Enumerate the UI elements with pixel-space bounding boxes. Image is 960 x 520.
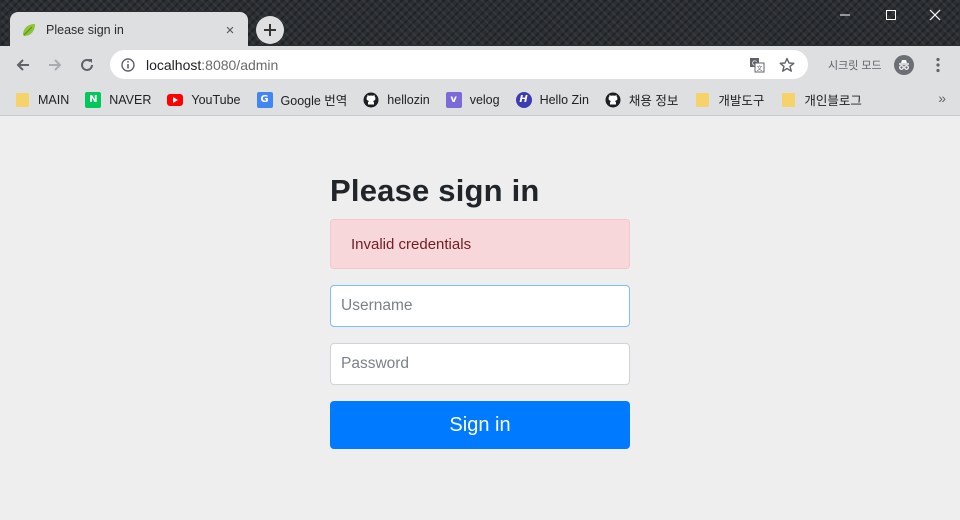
sign-in-button[interactable]: Sign in [330,401,630,449]
bookmarks-overflow-button[interactable]: » [938,90,946,106]
bookmark-label: 채용 정보 [628,94,679,108]
naver-icon: N [85,91,102,108]
arrow-left-icon [16,59,29,71]
minimize-icon [840,14,850,16]
github-icon [605,92,621,108]
arrow-right-icon [49,59,62,71]
back-button[interactable] [10,52,36,78]
username-input[interactable] [330,285,630,327]
bookmark-label: NAVER [109,92,152,107]
bookmark-velog[interactable]: v velog [445,91,500,108]
maximize-button[interactable] [868,0,914,30]
bookmark-jobs[interactable]: 채용 정보 [605,90,678,109]
url-text[interactable]: localhost:8080/admin [146,57,738,73]
url-path: :8080/admin [201,56,279,73]
bookmark-label: MAIN [38,92,70,107]
more-vertical-icon [936,57,940,73]
password-input[interactable] [330,343,630,385]
bookmark-dev-tools[interactable]: 개발도구 [694,90,764,109]
url-host: localhost [146,56,202,73]
spring-leaf-icon [20,21,38,39]
minimize-button[interactable] [822,0,868,30]
signin-form: Please sign in Invalid credentials Sign … [330,173,630,449]
hashnode-icon: H [515,91,532,108]
bookmark-personal-blog[interactable]: 개인블로그 [780,90,862,109]
folder-icon [14,92,30,108]
svg-text:文: 文 [757,64,763,72]
github-icon [363,92,379,108]
close-icon [929,9,941,21]
bookmark-hello-zin[interactable]: H Hello Zin [515,91,589,108]
forward-button[interactable] [42,52,68,78]
bookmark-naver[interactable]: N NAVER [85,91,152,108]
bookmark-label: YouTube [191,92,241,107]
maximize-icon [886,10,896,20]
bookmark-label: Google 번역 [280,94,348,108]
bookmark-star-icon[interactable] [776,54,798,76]
bookmark-label: hellozin [387,92,430,107]
bookmark-label: velog [469,92,500,107]
address-bar[interactable]: localhost:8080/admin G文 [110,50,808,79]
new-tab-button[interactable] [256,16,284,44]
translate-icon[interactable]: G文 [746,54,768,76]
reload-button[interactable] [74,52,100,78]
bookmark-main[interactable]: MAIN [14,92,69,108]
folder-icon [780,92,796,108]
page-title: Please sign in [330,173,540,208]
tab-close-icon[interactable]: × [222,22,238,39]
velog-icon: v [445,91,462,108]
browser-toolbar: localhost:8080/admin G文 시크릿 모드 [0,46,960,84]
bookmark-hellozin[interactable]: hellozin [363,92,430,108]
reload-icon [81,58,93,71]
window-titlebar: Please sign in × [0,0,960,48]
tab-active[interactable]: Please sign in × [10,12,248,48]
youtube-icon [167,92,184,108]
bookmark-google-translate[interactable]: G Google 번역 [256,90,348,109]
tab-title: Please sign in [46,23,124,37]
bookmark-label: 개발도구 [718,94,765,108]
more-menu-button[interactable] [928,54,948,76]
bookmark-youtube[interactable]: YouTube [167,92,241,108]
folder-icon [694,92,710,108]
plus-icon [264,24,276,36]
incognito-label: 시크릿 모드 [828,60,882,72]
bookmark-label: 개인블로그 [804,94,862,108]
error-alert: Invalid credentials [330,219,630,269]
page-content: Please sign in Invalid credentials Sign … [0,117,960,520]
bookmark-label: Hello Zin [539,92,589,107]
close-window-button[interactable] [912,0,958,30]
google-translate-icon: G [256,91,273,108]
info-icon[interactable] [120,57,136,73]
bookmarks-bar: MAIN N NAVER YouTube G Google 번역 hellozi… [0,84,960,116]
incognito-icon[interactable] [894,55,914,75]
